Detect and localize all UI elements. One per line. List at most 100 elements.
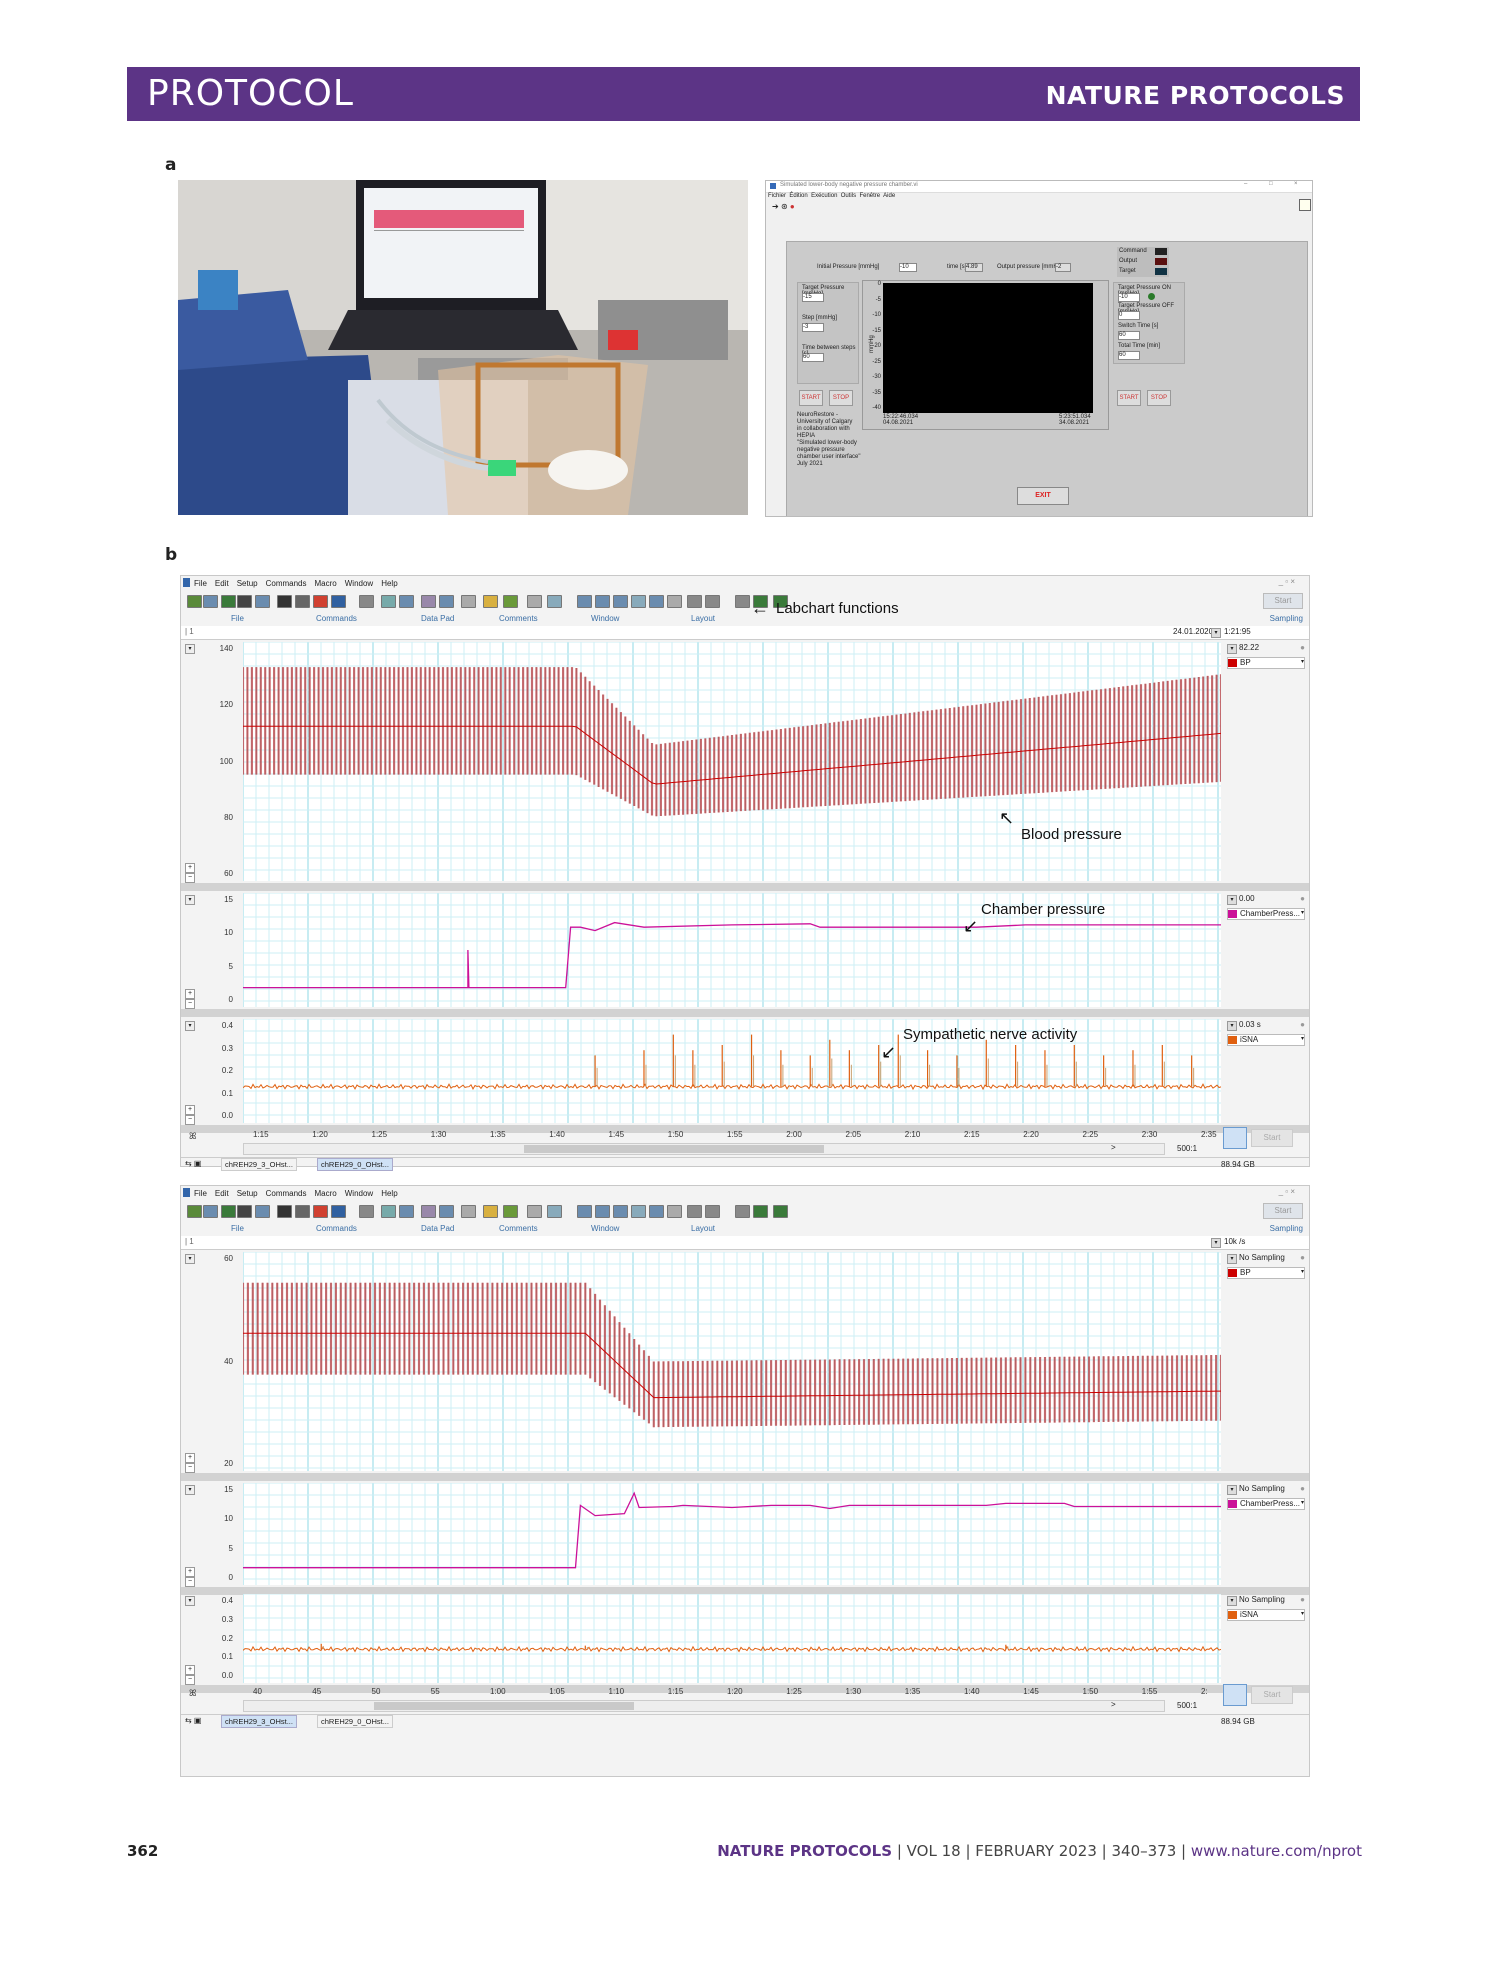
toolbar-tool-icon[interactable] [255,595,270,608]
zoom-in-icon[interactable]: + [185,1665,195,1675]
file-tab[interactable]: chREH29_3_OHst... [221,1715,297,1728]
toolbar-tool-icon[interactable] [439,595,454,608]
channel-info-icon[interactable]: ● [1300,1020,1305,1029]
target-pressure-field[interactable]: -15 [802,293,824,302]
channel-plot[interactable] [243,1594,1221,1683]
menu-fichier[interactable]: Fichier [768,193,786,199]
channel-options-icon[interactable]: ▾ [1227,1485,1237,1495]
zoom-ratio[interactable]: 500:1 [1177,1144,1197,1153]
initial-pressure-field[interactable]: -10 [899,263,917,272]
toolbar-tool-icon[interactable] [187,1205,202,1218]
dropdown-icon[interactable]: ▾ [1211,628,1221,638]
horizontal-scrollbar[interactable] [243,1700,1165,1712]
channel-options-icon[interactable]: ▾ [1227,1021,1237,1031]
toolbar-tool-icon[interactable] [381,595,396,608]
channel-menu-icon[interactable]: ▾ [185,1254,195,1264]
toolbar-tool-icon[interactable] [331,1205,346,1218]
zoom-ratio[interactable]: 500:1 [1177,1701,1197,1710]
menu-fenetre[interactable]: Fenêtre [859,193,880,199]
step-field[interactable]: -3 [802,323,824,332]
left-start-button[interactable]: START [799,390,823,406]
start-button-bottom[interactable]: Start [1251,1129,1293,1147]
switch-time-field[interactable]: 60 [1118,331,1140,340]
minimize-icon[interactable]: – [1244,181,1247,187]
toolbar-tool-icon[interactable] [631,595,646,608]
menu-help[interactable]: Help [381,1189,397,1198]
window-controls[interactable]: _ ▫ × [1279,1187,1295,1196]
toolbar-tool-icon[interactable] [237,595,252,608]
menu-setup[interactable]: Setup [237,579,258,588]
channel-menu-icon[interactable]: ▾ [185,1021,195,1031]
menu-file[interactable]: File [194,1189,207,1198]
menu-commands[interactable]: Commands [266,579,307,588]
toolbar-tool-icon[interactable] [421,595,436,608]
target-pressure-on-field[interactable]: -10 [1118,293,1140,302]
toolbar-tool-icon[interactable] [221,1205,236,1218]
channel-info-icon[interactable]: ● [1300,1484,1305,1493]
toolbar-tool-icon[interactable] [595,595,610,608]
toolbar-tool-icon[interactable] [461,595,476,608]
toolbar-tool-icon[interactable] [503,595,518,608]
channel-menu-icon[interactable]: ▾ [185,895,195,905]
channel-menu-icon[interactable]: ▾ [185,1596,195,1606]
toolbar-tool-icon[interactable] [735,1205,750,1218]
toolbar-tool-icon[interactable] [649,595,664,608]
axis-settings-icon[interactable]: ꕤ [189,1131,197,1142]
start-button[interactable]: Start [1263,593,1303,609]
toolbar-tool-icon[interactable] [439,1205,454,1218]
toolbar-tool-icon[interactable] [613,1205,628,1218]
zoom-out-icon[interactable]: − [185,1115,195,1125]
channel-separator[interactable] [181,1009,1309,1017]
channel-plot[interactable] [243,1252,1221,1471]
channel-options-icon[interactable]: ▾ [1227,644,1237,654]
menu-edit[interactable]: Edit [215,1189,229,1198]
zoom-out-icon[interactable]: − [185,1577,195,1587]
toolbar-tool-icon[interactable] [399,1205,414,1218]
toolbar-tool-icon[interactable] [753,1205,768,1218]
toolbar-tool-icon[interactable] [527,1205,542,1218]
zoom-out-icon[interactable]: − [185,1675,195,1685]
toolbar-tool-icon[interactable] [187,595,202,608]
menu-macro[interactable]: Macro [315,1189,337,1198]
toolbar-tool-icon[interactable] [313,1205,328,1218]
close-icon[interactable]: × [1294,181,1298,187]
toolbar-tool-icon[interactable] [667,1205,682,1218]
channel-menu-icon[interactable]: ▾ [185,644,195,654]
channel-info-icon[interactable]: ● [1300,643,1305,652]
toolbar-tool-icon[interactable] [359,1205,374,1218]
menu-setup[interactable]: Setup [237,1189,258,1198]
zoom-in-icon[interactable]: + [185,1453,195,1463]
right-start-button[interactable]: START [1117,390,1141,406]
toolbar-tool-icon[interactable] [547,595,562,608]
toolbar-tool-icon[interactable] [255,1205,270,1218]
window-controls[interactable]: _ ▫ × [1279,577,1295,586]
toolbar-tool-icon[interactable] [527,595,542,608]
zoom-out-icon[interactable]: − [185,873,195,883]
toolbar-tool-icon[interactable] [381,1205,396,1218]
scrollbar-thumb[interactable] [374,1702,634,1710]
run-continuous-icon[interactable]: ⊛ [781,202,788,211]
toolbar-tool-icon[interactable] [295,1205,310,1218]
toolbar-tool-icon[interactable] [483,595,498,608]
toolbar-tool-icon[interactable] [613,595,628,608]
toolbar-tool-icon[interactable] [277,595,292,608]
channel-info-icon[interactable]: ● [1300,1595,1305,1604]
channel-separator[interactable] [181,1473,1309,1481]
right-stop-button[interactable]: STOP [1147,390,1171,406]
layout-toggle-icon[interactable] [1223,1684,1247,1706]
tab-nav-icon[interactable]: ⇆ ▣ [185,1159,201,1168]
dropdown-icon[interactable]: ▾ [1211,1238,1221,1248]
toolbar-tool-icon[interactable] [203,1205,218,1218]
footer-url[interactable]: www.nature.com/nprot [1191,1842,1362,1860]
menu-help[interactable]: Help [381,579,397,588]
menu-edit[interactable]: Edit [215,579,229,588]
zoom-out-icon[interactable]: − [185,1463,195,1473]
zoom-in-icon[interactable]: + [185,1567,195,1577]
toolbar-tool-icon[interactable] [237,1205,252,1218]
toolbar-tool-icon[interactable] [331,595,346,608]
menu-aide[interactable]: Aide [883,193,895,199]
horizontal-scrollbar[interactable] [243,1143,1165,1155]
toolbar-tool-icon[interactable] [313,595,328,608]
abort-icon[interactable]: ● [790,202,795,211]
channel-name-select[interactable]: ChamberPress... ▾ [1227,1498,1305,1510]
